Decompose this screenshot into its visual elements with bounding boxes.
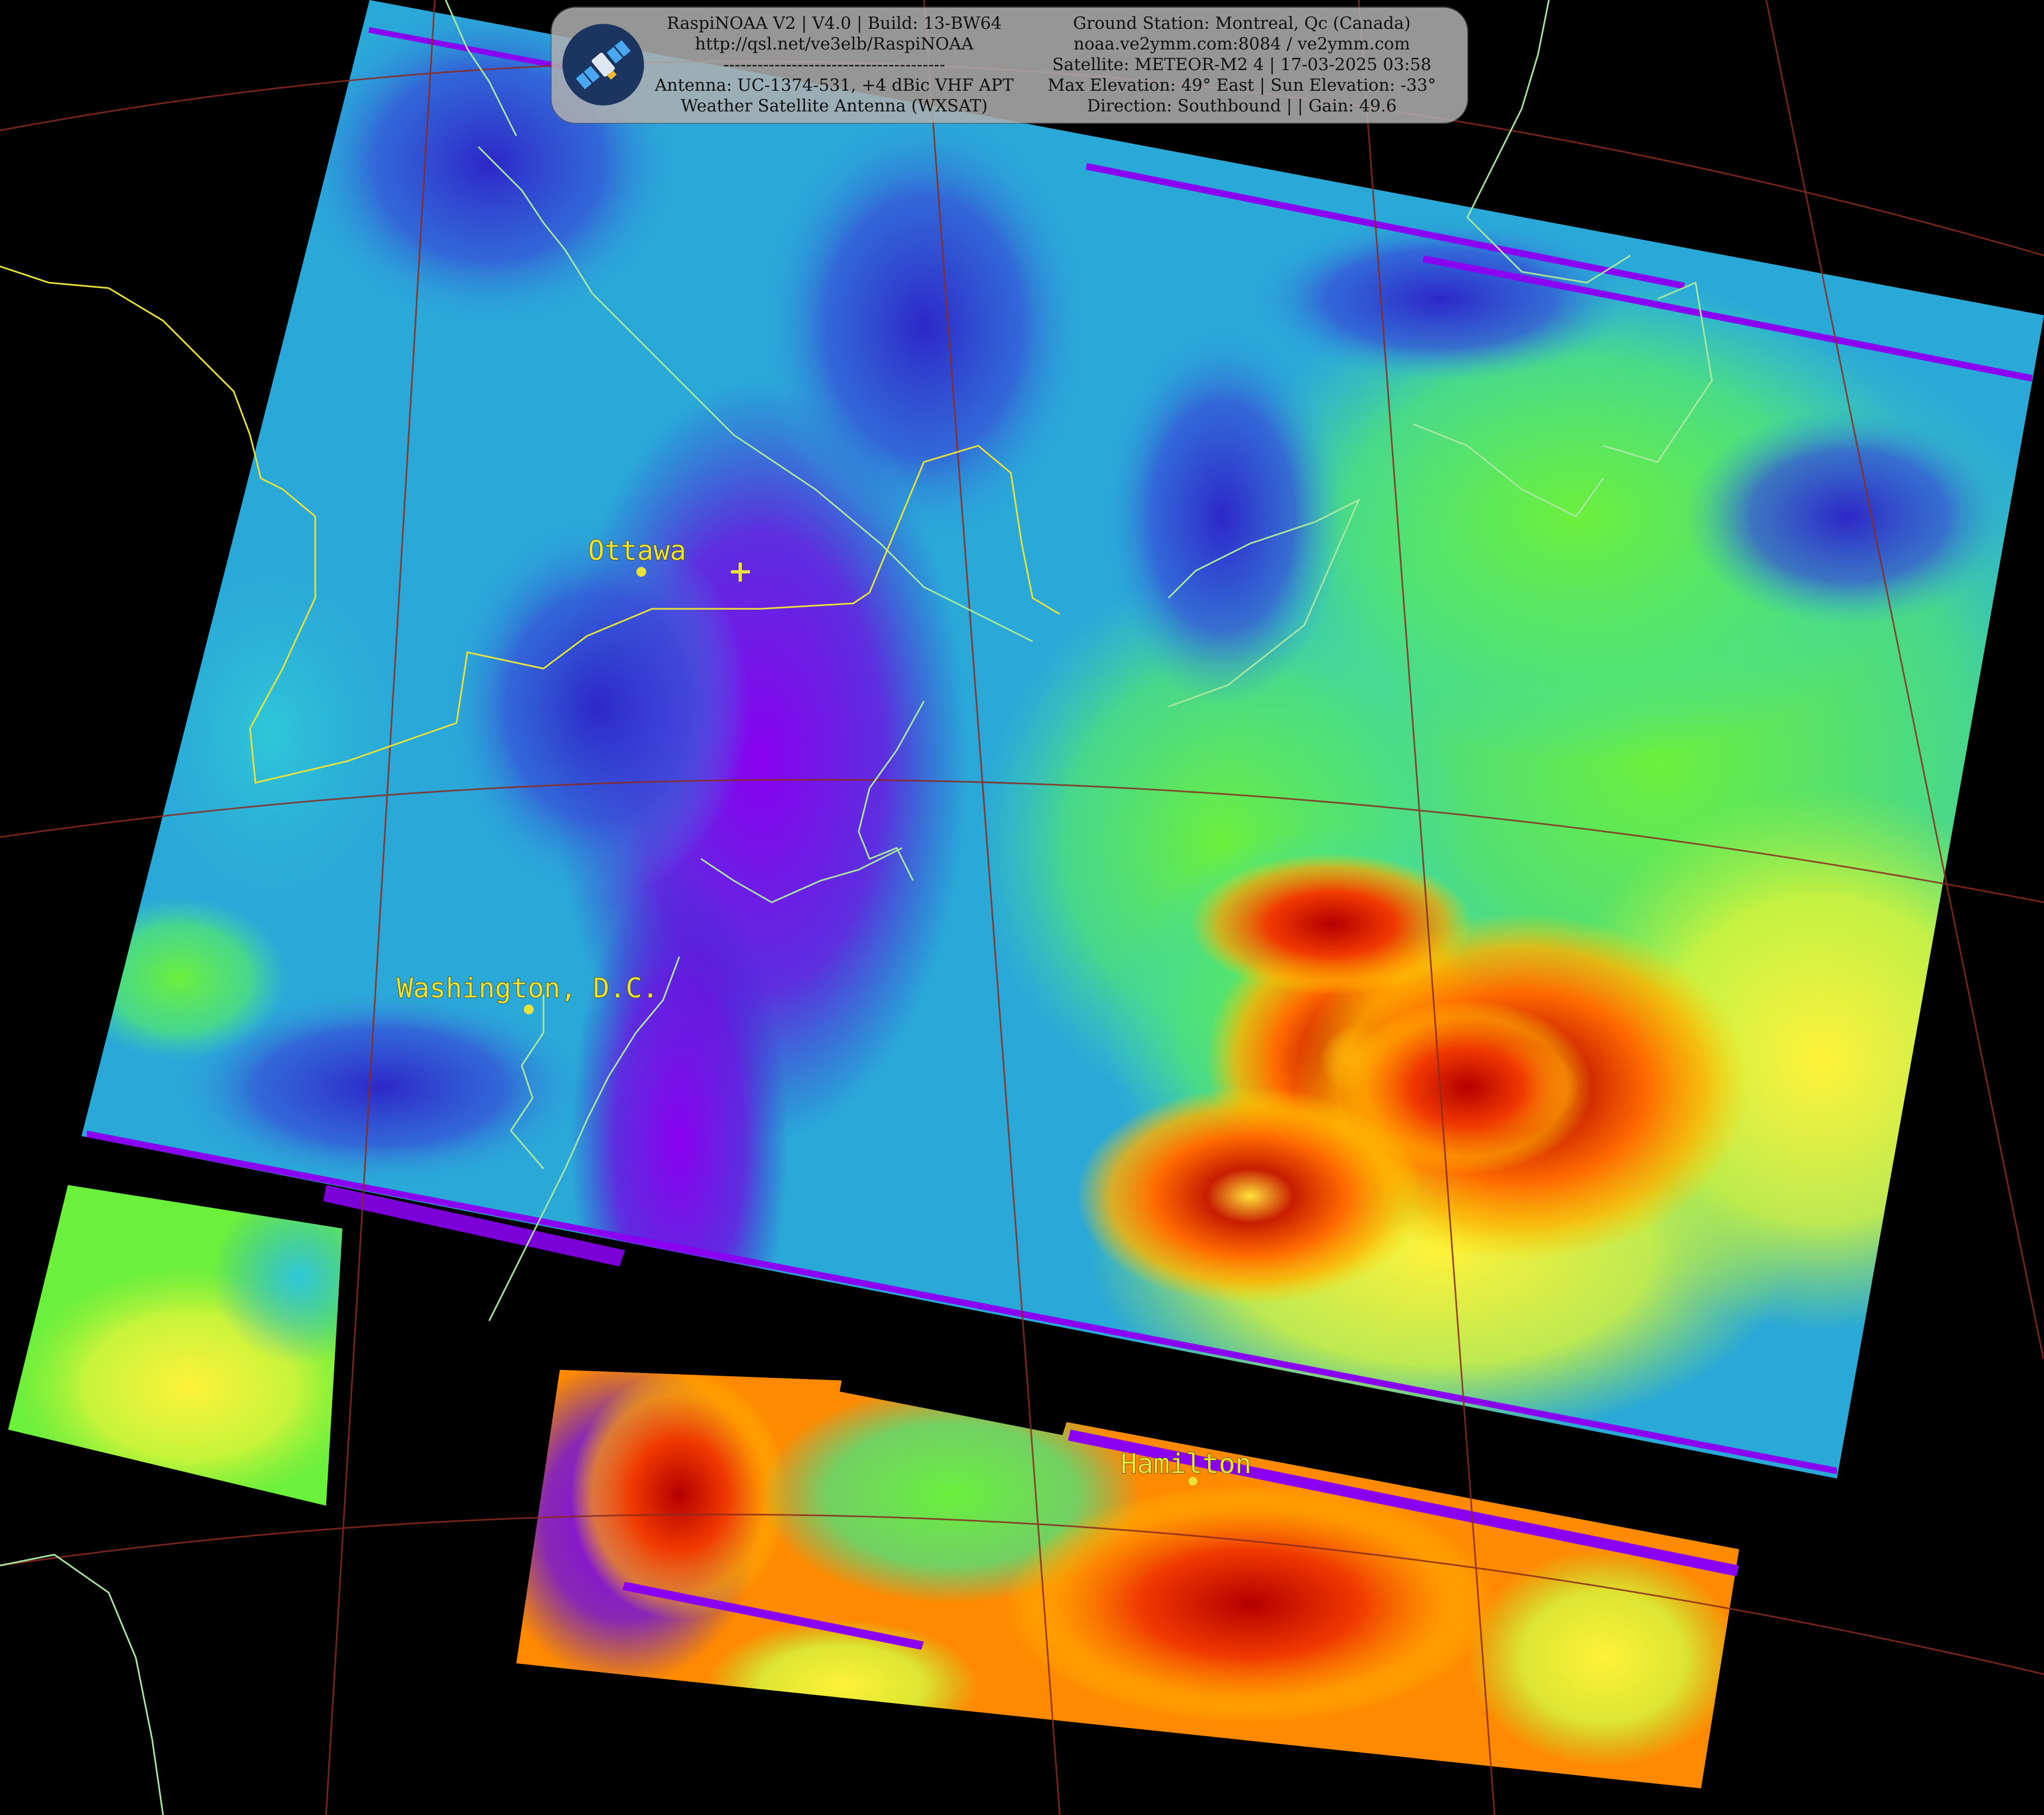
ground-station-line: Ground Station: Montreal, Qc (Canada): [1073, 14, 1411, 33]
satellite-map: Ottawa Washington, D.C. Hamilton: [0, 0, 2044, 1815]
build-line: RaspiNOAA V2 | V4.0 | Build: 13-BW64: [666, 14, 1002, 33]
city-label: Washington, D.C.: [397, 972, 659, 1004]
satellite-line: Satellite: METEOR-M2 4 | 17-03-2025 03:5…: [1052, 55, 1432, 74]
direction-line: Direction: Southbound | | Gain: 49.6: [1086, 96, 1397, 116]
city-label: Hamilton: [1121, 1448, 1252, 1480]
pass-info-column: Ground Station: Montreal, Qc (Canada) no…: [1024, 13, 1459, 116]
city-dot: [636, 567, 646, 577]
pass-info-header: RaspiNOAA V2 | V4.0 | Build: 13-BW64 htt…: [552, 8, 1467, 123]
antenna-type-line: Weather Satellite Antenna (WXSAT): [680, 96, 988, 116]
separator-line: ---------------------------------------: [723, 55, 946, 74]
station-info-column: RaspiNOAA V2 | V4.0 | Build: 13-BW64 htt…: [633, 13, 1035, 116]
antenna-line: Antenna: UC-1374-531, +4 dBic VHF APT: [654, 76, 1014, 95]
city-dot: [524, 1005, 534, 1014]
url-line: http://qsl.net/ve3elb/RaspiNOAA: [695, 34, 974, 54]
city-label: Ottawa: [588, 535, 686, 566]
elevation-line: Max Elevation: 49° East | Sun Elevation:…: [1047, 76, 1436, 95]
satellite-icon: [562, 24, 644, 105]
website-line: noaa.ve2ymm.com:8084 / ve2ymm.com: [1073, 34, 1410, 54]
